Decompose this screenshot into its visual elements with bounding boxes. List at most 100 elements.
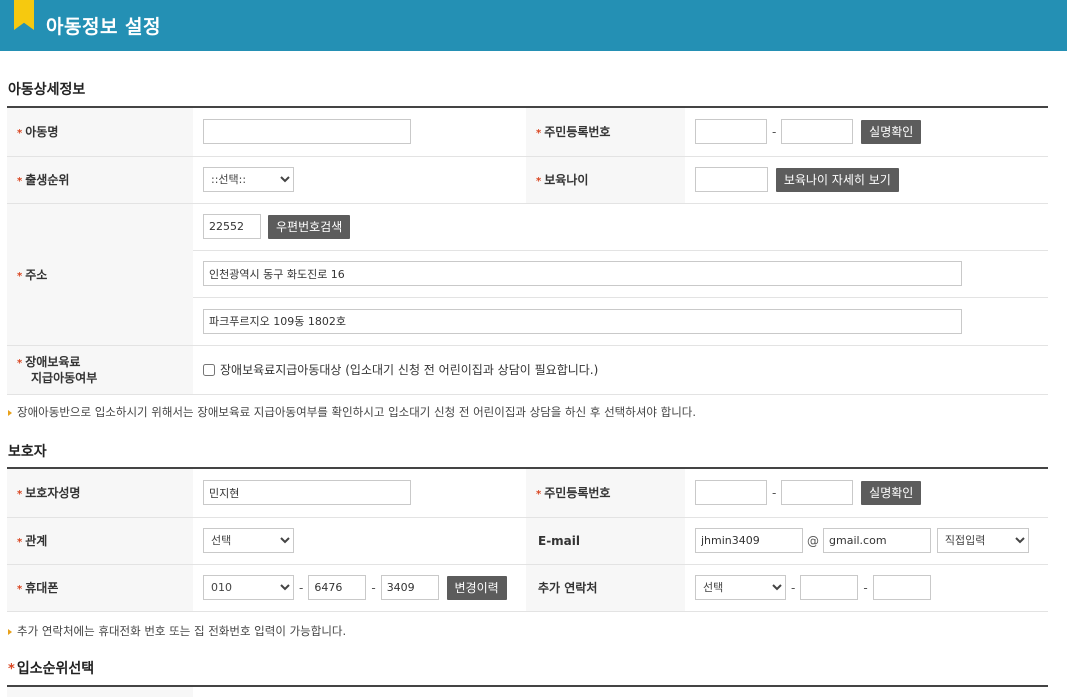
required-mark: * — [8, 662, 15, 677]
extra-contact-last-input[interactable] — [872, 575, 931, 600]
care-age-label-cell: * 보육나이 — [526, 156, 685, 204]
extra-contact-prefix-select[interactable]: 선택 — [695, 575, 786, 600]
child-name-label-cell: * 아동명 — [7, 108, 193, 157]
disability-cell: 장애보육료지급아동대상 (입소대기 신청 전 어린이집과 상담이 필요합니다.) — [193, 345, 1048, 395]
required-mark: * — [17, 489, 23, 501]
address1-input[interactable] — [203, 261, 962, 286]
birth-order-label-cell: * 출생순위 — [7, 156, 193, 204]
required-mark: * — [17, 128, 23, 140]
child-rrn-label-cell: * 주민등록번호 — [526, 108, 685, 157]
child-rrn-back-input[interactable] — [781, 119, 854, 145]
relation-label: 관계 — [25, 534, 48, 548]
relation-label-cell: * 관계 — [7, 517, 193, 565]
dash: - — [371, 580, 376, 595]
relation-select[interactable]: 선택 — [203, 528, 294, 553]
table-header-cell-partial — [7, 687, 193, 697]
phone-label: 휴대폰 — [25, 581, 59, 595]
disability-label-line1: 장애보육료 — [25, 354, 81, 369]
child-rrn-front-input[interactable] — [695, 119, 767, 145]
guardian-name-cell — [193, 469, 526, 518]
guardian-rrn-cell: - 실명확인 — [685, 469, 1048, 518]
guardian-name-input[interactable] — [203, 480, 411, 506]
section-title-order-text: 입소순위선택 — [16, 661, 95, 677]
relation-cell: 선택 — [193, 517, 526, 565]
row-phone: *휴대폰 010 - - 변경이력 추가 연락처 선택 - - — [7, 564, 1048, 612]
phone-prefix-select[interactable]: 010 — [203, 575, 294, 600]
child-name-label: 아동명 — [25, 125, 59, 140]
child-detail-table: * 아동명 * 주민등록번호 - 실명확인 * 출생순위 ::선택:: * 보육나이 보… — [7, 108, 1048, 395]
birth-order-select[interactable]: ::선택:: — [203, 167, 294, 192]
required-mark: * — [17, 270, 23, 282]
required-mark: * — [536, 128, 542, 140]
guardian-rrn-verify-button[interactable]: 실명확인 — [861, 480, 922, 505]
required-mark: * — [536, 489, 542, 501]
row-child-name: * 아동명 * 주민등록번호 - 실명확인 — [7, 108, 1048, 157]
guardian-rrn-label-cell: * 주민등록번호 — [526, 469, 685, 518]
email-label-cell: E-mail — [526, 517, 685, 565]
extra-contact-mid-input[interactable] — [800, 575, 859, 600]
dash: - — [772, 124, 777, 139]
arrow-right-icon — [8, 628, 12, 635]
dash: - — [863, 580, 868, 595]
disability-checkbox-label[interactable]: 장애보육료지급아동대상 (입소대기 신청 전 어린이집과 상담이 필요합니다.) — [220, 363, 598, 377]
row-birth-order: * 출생순위 ::선택:: * 보육나이 보육나이 자세히 보기 — [7, 156, 1048, 204]
email-label: E-mail — [538, 533, 581, 548]
extra-contact-label-cell: 추가 연락처 — [526, 564, 685, 612]
disability-label-line2: 지급아동여부 — [31, 370, 98, 385]
birth-order-cell: ::선택:: — [193, 156, 526, 204]
dash: - — [299, 580, 304, 595]
required-mark: * — [17, 537, 23, 548]
phone-label-cell: * 휴대폰 — [7, 564, 193, 612]
child-name-input[interactable] — [203, 119, 411, 145]
email-id-input[interactable] — [695, 528, 803, 553]
guardian-rrn-back-input[interactable] — [781, 480, 854, 506]
phone-mid-input[interactable] — [308, 575, 367, 600]
phone-history-button[interactable]: 변경이력 — [446, 575, 507, 600]
postcode-input[interactable] — [203, 214, 261, 239]
child-rrn-label: 주민등록번호 — [544, 125, 611, 140]
bookmark-icon — [14, 0, 34, 30]
care-age-label: 보육나이 — [544, 173, 589, 187]
guardian-rrn-label: 주민등록번호 — [544, 486, 611, 501]
postcode-row: 우편번호검색 — [193, 204, 1048, 251]
row-relation-email: *관계 선택 E-mail @ 직접입력 — [7, 517, 1048, 565]
required-mark: * — [17, 357, 23, 369]
required-mark: * — [536, 176, 542, 187]
address-cell: 우편번호검색 — [193, 203, 1048, 346]
arrow-right-icon — [8, 409, 12, 416]
email-domain-select[interactable]: 직접입력 — [936, 528, 1029, 553]
guardian-table: *보호자성명 *주민등록번호 - 실명확인 *관계 선택 E-mail @ 직접… — [7, 469, 1048, 612]
birth-order-label: 출생순위 — [25, 173, 70, 187]
disability-note-text: 장애아동반으로 입소하시기 위해서는 장애보육료 지급아동여부를 확인하시고 입… — [17, 405, 697, 419]
disability-label-cell: * 장애보육료 지급아동여부 — [7, 345, 193, 395]
child-rrn-cell: - 실명확인 — [685, 108, 1048, 157]
email-cell: @ 직접입력 — [685, 517, 1048, 565]
postcode-search-button[interactable]: 우편번호검색 — [268, 214, 351, 239]
email-at: @ — [807, 533, 819, 548]
page-title: 아동정보 설정 — [46, 16, 161, 38]
page-header: 아동정보 설정 — [0, 0, 1067, 51]
disability-checkbox[interactable] — [203, 363, 215, 376]
email-domain-input[interactable] — [823, 528, 931, 553]
row-guardian-name: *보호자성명 *주민등록번호 - 실명확인 — [7, 469, 1048, 518]
row-disability: * 장애보육료 지급아동여부 장애보육료지급아동대상 (입소대기 신청 전 어린이… — [7, 345, 1048, 395]
guardian-rrn-front-input[interactable] — [695, 480, 767, 506]
required-mark: * — [17, 584, 23, 595]
dash: - — [772, 485, 777, 500]
child-rrn-verify-button[interactable]: 실명확인 — [861, 119, 922, 144]
care-age-detail-button[interactable]: 보육나이 자세히 보기 — [775, 167, 899, 192]
disability-note: 장애아동반으로 입소하시기 위해서는 장애보육료 지급아동여부를 확인하시고 입… — [8, 404, 696, 420]
extra-contact-cell: 선택 - - — [685, 564, 1048, 612]
address-label: 주소 — [25, 267, 48, 282]
section-title-order: * 입소순위선택 — [8, 658, 94, 678]
section-title-child: 아동상세정보 — [8, 82, 86, 98]
guardian-name-label-cell: * 보호자성명 — [7, 469, 193, 518]
extra-contact-note-text: 추가 연락처에는 휴대전화 번호 또는 집 전화번호 입력이 가능합니다. — [17, 624, 347, 638]
address2-input[interactable] — [203, 308, 962, 334]
care-age-cell: 보육나이 자세히 보기 — [685, 156, 1048, 204]
child-name-cell — [193, 108, 526, 157]
phone-last-input[interactable] — [380, 575, 439, 600]
care-age-input[interactable] — [695, 167, 768, 192]
guardian-name-label: 보호자성명 — [25, 486, 81, 501]
required-mark: * — [17, 176, 23, 187]
